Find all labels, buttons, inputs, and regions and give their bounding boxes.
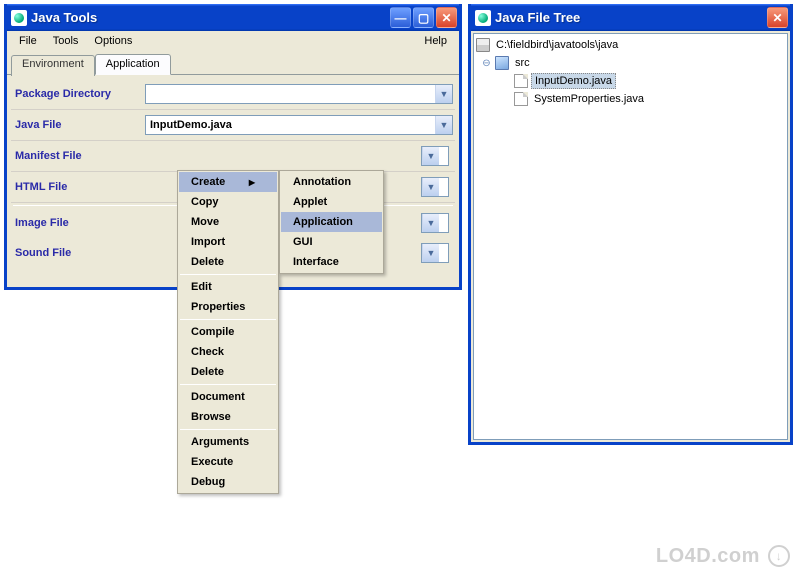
row-java-file: Java File InputDemo.java ▼ bbox=[11, 110, 455, 141]
tree-file-label: SystemProperties.java bbox=[531, 92, 647, 106]
menu-separator bbox=[180, 429, 276, 430]
tab-environment[interactable]: Environment bbox=[11, 55, 95, 76]
chevron-down-icon[interactable]: ▼ bbox=[422, 147, 439, 165]
tree-file-inputdemo[interactable]: InputDemo.java bbox=[476, 72, 785, 90]
chevron-down-icon[interactable]: ▼ bbox=[422, 214, 439, 232]
titlebar-main[interactable]: Java Tools — ▢ ✕ bbox=[7, 4, 459, 31]
download-icon: ↓ bbox=[768, 545, 790, 567]
chevron-down-icon[interactable]: ▼ bbox=[422, 244, 439, 262]
app-icon bbox=[475, 10, 491, 26]
tab-application[interactable]: Application bbox=[95, 54, 171, 75]
tabstrip: Environment Application bbox=[7, 51, 459, 74]
tree-toggle-icon[interactable]: ⊖ bbox=[482, 59, 491, 68]
menu-item-move[interactable]: Move bbox=[179, 212, 277, 232]
menu-item-create-label: Create bbox=[191, 176, 225, 188]
menu-item-delete2[interactable]: Delete bbox=[179, 362, 277, 382]
menu-separator bbox=[180, 384, 276, 385]
watermark: LO4D.com ↓ bbox=[656, 545, 790, 569]
menubar: File Tools Options Help bbox=[7, 31, 459, 51]
tree-folder-label: src bbox=[512, 56, 533, 70]
menu-item-create[interactable]: Create ▶ bbox=[179, 172, 277, 192]
menu-item-edit[interactable]: Edit bbox=[179, 277, 277, 297]
menu-item-copy[interactable]: Copy bbox=[179, 192, 277, 212]
menu-item-delete[interactable]: Delete bbox=[179, 252, 277, 272]
disk-icon bbox=[476, 38, 490, 52]
minimize-button[interactable]: — bbox=[390, 7, 411, 28]
menu-item-execute[interactable]: Execute bbox=[179, 452, 277, 472]
tree-file-systemproperties[interactable]: SystemProperties.java bbox=[476, 90, 785, 108]
label-manifest-file: Manifest File bbox=[13, 150, 145, 162]
label-sound-file: Sound File bbox=[13, 247, 145, 259]
submenu-item-annotation[interactable]: Annotation bbox=[281, 172, 382, 192]
app-icon bbox=[11, 10, 27, 26]
folder-icon bbox=[495, 56, 509, 70]
file-icon bbox=[514, 92, 528, 106]
menu-help[interactable]: Help bbox=[416, 33, 455, 49]
java-file-tree-window: Java File Tree ✕ C:\fieldbird\javatools\… bbox=[468, 4, 793, 445]
label-image-file: Image File bbox=[13, 217, 145, 229]
create-submenu: Annotation Applet Application GUI Interf… bbox=[279, 170, 384, 274]
chevron-down-icon[interactable]: ▼ bbox=[435, 116, 452, 134]
close-button[interactable]: ✕ bbox=[767, 7, 788, 28]
file-tree[interactable]: C:\fieldbird\javatools\java ⊖ src InputD… bbox=[473, 33, 788, 440]
tree-root-label: C:\fieldbird\javatools\java bbox=[493, 38, 621, 52]
file-icon bbox=[514, 74, 528, 88]
submenu-item-application[interactable]: Application bbox=[281, 212, 382, 232]
menu-item-debug[interactable]: Debug bbox=[179, 472, 277, 492]
menu-item-check[interactable]: Check bbox=[179, 342, 277, 362]
combo-sound-file[interactable]: ▼ bbox=[421, 243, 449, 263]
submenu-item-interface[interactable]: Interface bbox=[281, 252, 382, 272]
menu-file[interactable]: File bbox=[11, 33, 45, 49]
maximize-button[interactable]: ▢ bbox=[413, 7, 434, 28]
chevron-down-icon[interactable]: ▼ bbox=[435, 85, 452, 103]
title-tree: Java File Tree bbox=[495, 10, 765, 25]
row-manifest-file: Manifest File ▼ bbox=[11, 141, 455, 172]
tree-root[interactable]: C:\fieldbird\javatools\java bbox=[476, 36, 785, 54]
close-button[interactable]: ✕ bbox=[436, 7, 457, 28]
chevron-down-icon[interactable]: ▼ bbox=[422, 178, 439, 196]
combo-package-directory[interactable]: ▼ bbox=[145, 84, 453, 104]
menu-options[interactable]: Options bbox=[86, 33, 140, 49]
menu-item-browse[interactable]: Browse bbox=[179, 407, 277, 427]
menu-item-compile[interactable]: Compile bbox=[179, 322, 277, 342]
label-html-file: HTML File bbox=[13, 181, 145, 193]
submenu-item-applet[interactable]: Applet bbox=[281, 192, 382, 212]
submenu-arrow-icon: ▶ bbox=[241, 178, 255, 187]
combo-java-file-value: InputDemo.java bbox=[146, 119, 435, 131]
row-package-directory: Package Directory ▼ bbox=[11, 79, 455, 110]
menu-item-document[interactable]: Document bbox=[179, 387, 277, 407]
titlebar-tree[interactable]: Java File Tree ✕ bbox=[471, 4, 790, 31]
menu-tools[interactable]: Tools bbox=[45, 33, 87, 49]
combo-html-file[interactable]: ▼ bbox=[421, 177, 449, 197]
submenu-item-gui[interactable]: GUI bbox=[281, 232, 382, 252]
menu-separator bbox=[180, 319, 276, 320]
context-menu: Create ▶ Copy Move Import Delete Edit Pr… bbox=[177, 170, 279, 494]
tree-folder-src[interactable]: ⊖ src bbox=[476, 54, 785, 72]
tree-file-label: InputDemo.java bbox=[531, 73, 616, 89]
label-package-directory: Package Directory bbox=[13, 88, 145, 100]
watermark-text: LO4D.com bbox=[656, 545, 760, 567]
menu-item-arguments[interactable]: Arguments bbox=[179, 432, 277, 452]
combo-manifest-file[interactable]: ▼ bbox=[421, 146, 449, 166]
menu-item-import[interactable]: Import bbox=[179, 232, 277, 252]
combo-image-file[interactable]: ▼ bbox=[421, 213, 449, 233]
label-java-file: Java File bbox=[13, 119, 145, 131]
menu-item-properties[interactable]: Properties bbox=[179, 297, 277, 317]
combo-java-file[interactable]: InputDemo.java ▼ bbox=[145, 115, 453, 135]
menu-separator bbox=[180, 274, 276, 275]
title-main: Java Tools bbox=[31, 10, 388, 25]
